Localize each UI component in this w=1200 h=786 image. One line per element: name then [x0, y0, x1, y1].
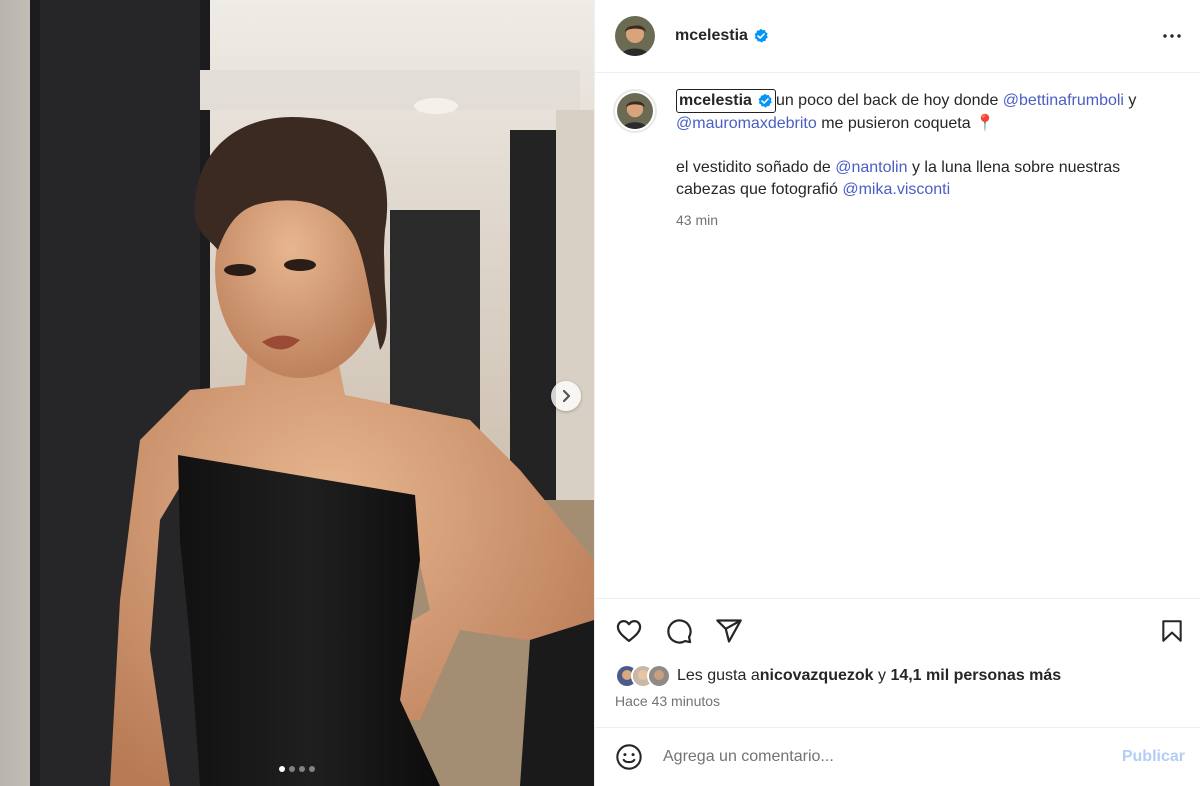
- pin-emoji-icon: 📍: [975, 115, 995, 132]
- post-timestamp[interactable]: Hace 43 minutos: [615, 693, 1185, 709]
- liker-username[interactable]: nicovazquezok: [760, 667, 874, 685]
- post-actions: Les gusta a nicovazquezok y 14,1 mil per…: [595, 598, 1200, 709]
- caption-connector: y: [1123, 92, 1137, 109]
- bookmark-icon: [1162, 619, 1182, 642]
- caption-username[interactable]: mcelestia: [676, 89, 776, 113]
- caption-text: mcelestia un poco del back de hoy donde …: [676, 89, 1176, 231]
- caption-paragraph-2: el vestidito soñado de @nantolin y la lu…: [676, 157, 1176, 201]
- post-header: mcelestia: [595, 0, 1200, 73]
- avatar: [647, 664, 671, 688]
- mention-link[interactable]: @bettinafrumboli: [1003, 92, 1124, 109]
- comments-section: mcelestia un poco del back de hoy donde …: [595, 73, 1200, 598]
- carousel-dot-2: [289, 766, 295, 772]
- more-options-icon: [1163, 34, 1181, 38]
- carousel-next-button[interactable]: [551, 381, 581, 411]
- likes-prefix: Les gusta a: [677, 667, 760, 684]
- caption-line2: me pusieron coqueta: [816, 115, 971, 132]
- comment-input[interactable]: [663, 748, 1122, 766]
- save-button[interactable]: [1159, 618, 1185, 644]
- author-username[interactable]: mcelestia: [675, 27, 748, 45]
- post-side-panel: mcelestia mcelestia un poco del back de …: [594, 0, 1200, 786]
- author-avatar[interactable]: [615, 16, 655, 56]
- comment-composer: Publicar: [595, 727, 1200, 786]
- more-options-button[interactable]: [1160, 24, 1184, 48]
- likes-connector: y: [873, 667, 891, 684]
- verified-badge-icon: [753, 28, 769, 44]
- share-icon: [716, 618, 742, 643]
- verified-badge-icon: [758, 93, 772, 108]
- likes-count[interactable]: 14,1 mil personas más: [890, 667, 1061, 685]
- like-button[interactable]: [615, 617, 643, 645]
- carousel-dot-3: [299, 766, 305, 772]
- carousel-dot-1: [279, 766, 285, 772]
- comment-button[interactable]: [665, 617, 693, 645]
- emoji-button[interactable]: [615, 743, 643, 771]
- mention-link[interactable]: @mauromaxdebrito: [676, 115, 817, 132]
- action-icons: [615, 599, 1185, 662]
- chevron-right-icon: [562, 389, 571, 403]
- caption-text-part: el vestidito soñado de: [676, 159, 836, 176]
- likes-summary: Les gusta a nicovazquezok y 14,1 mil per…: [615, 662, 1185, 690]
- post-photo: [0, 0, 594, 786]
- caption-time[interactable]: 43 min: [676, 209, 1176, 231]
- mention-link[interactable]: @mika.visconti: [842, 181, 950, 198]
- carousel-indicator: [0, 766, 594, 772]
- mention-link[interactable]: @nantolin: [835, 159, 907, 176]
- comment-icon: [667, 618, 692, 644]
- heart-icon: [616, 619, 642, 642]
- caption: mcelestia un poco del back de hoy donde …: [611, 89, 1184, 231]
- carousel-dot-4: [309, 766, 315, 772]
- caption-line1: un poco del back de hoy donde: [775, 92, 1003, 109]
- share-button[interactable]: [715, 617, 743, 645]
- liker-avatars[interactable]: [615, 664, 671, 688]
- publish-button[interactable]: Publicar: [1122, 748, 1185, 766]
- post-media[interactable]: [0, 0, 594, 786]
- caption-avatar[interactable]: [613, 89, 657, 133]
- emoji-icon: [616, 744, 642, 770]
